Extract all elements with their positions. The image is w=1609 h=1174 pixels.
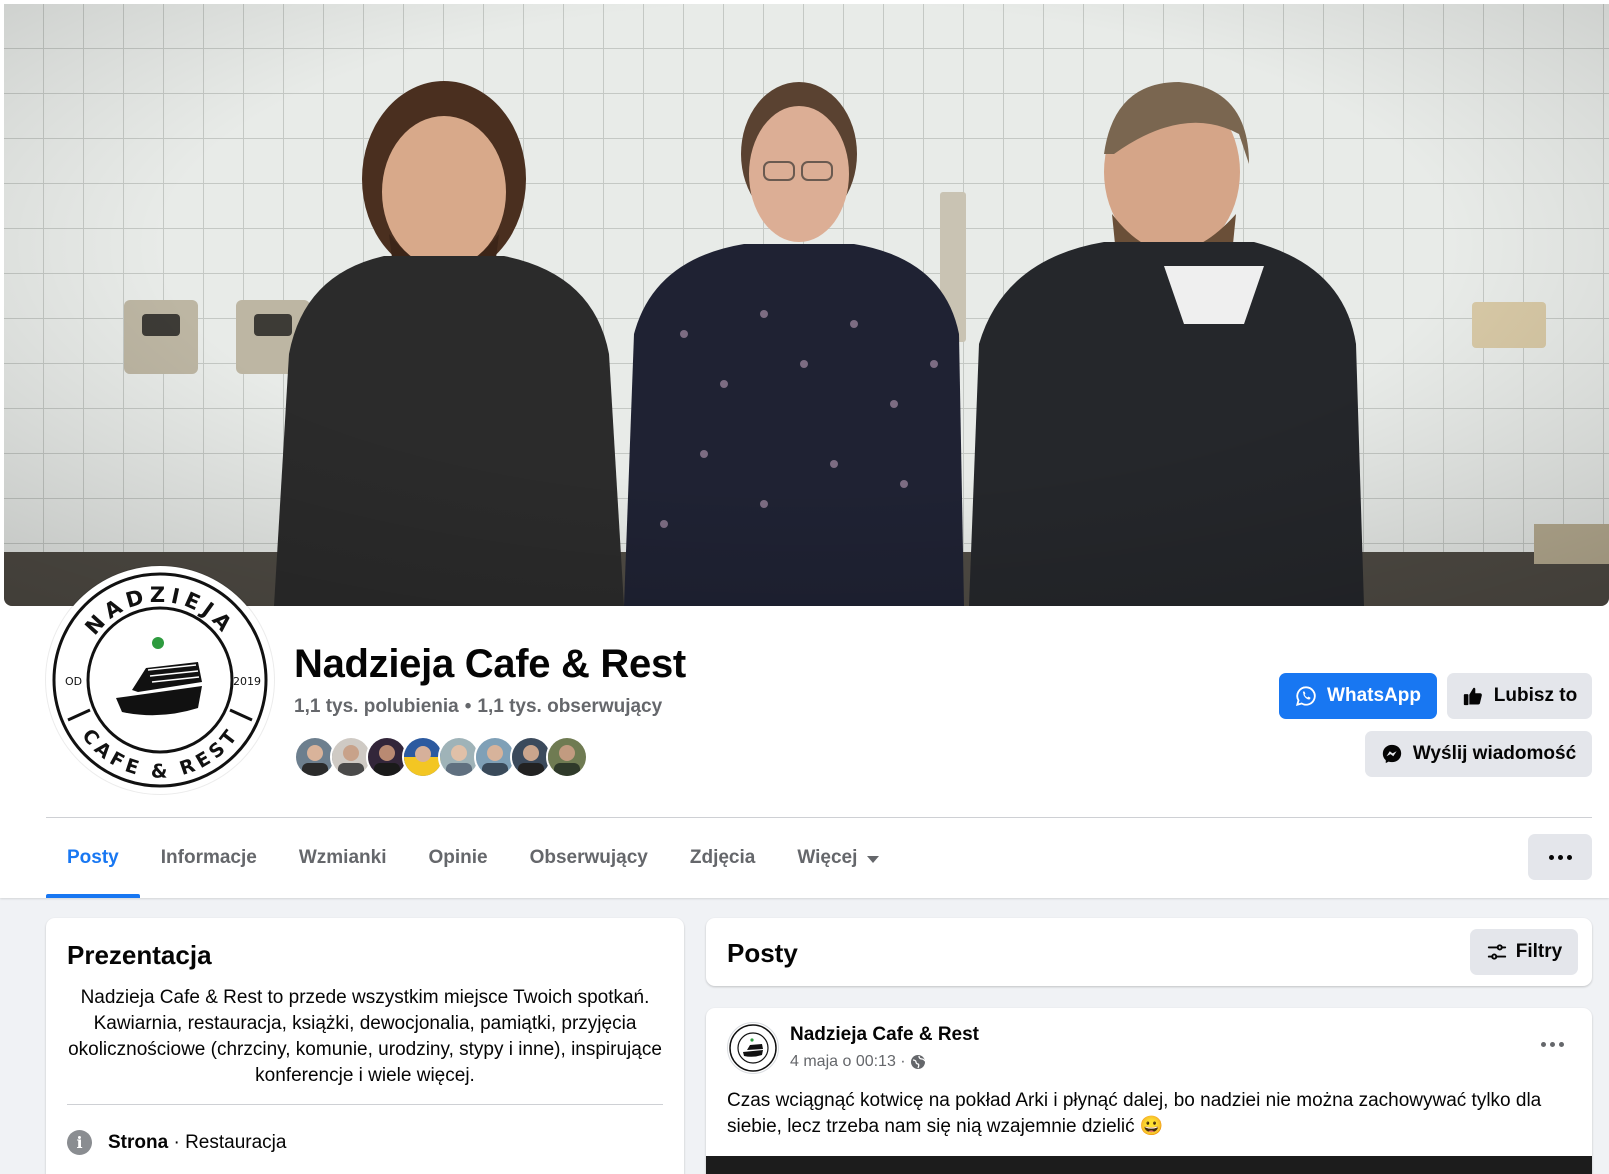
like-label: Lubisz to [1493,685,1578,706]
whatsapp-button[interactable]: WhatsApp [1279,673,1437,719]
tab-label: Posty [67,847,119,868]
avatar[interactable] [546,736,588,778]
whatsapp-label: WhatsApp [1327,685,1421,706]
category-value[interactable]: · Restauracja [168,1132,286,1153]
tab-label: Zdjęcia [689,847,756,868]
info-icon: i [67,1130,92,1155]
more-icon [1557,854,1563,860]
tab-zdjecia[interactable]: Zdjęcia [669,818,776,898]
more-options-button[interactable] [1528,834,1592,880]
post-timestamp[interactable]: 4 maja o 00:13 · [790,1053,906,1071]
logo-left-text: OD [65,675,82,688]
tab-wiecej[interactable]: Więcej [776,818,900,898]
filter-icon [1487,944,1506,960]
send-message-button[interactable]: Wyślij wiadomość [1365,731,1592,777]
post-card: Nadzieja Cafe & Rest 4 maja o 00:13 · Cz… [706,1008,1592,1174]
page-title: Nadzieja Cafe & Rest [294,642,686,686]
more-icon [1566,854,1572,860]
friends-avatars [294,736,588,778]
intro-card: Prezentacja Nadzieja Cafe & Rest to prze… [46,918,684,1174]
post-meta: 4 maja o 00:13 · [790,1053,926,1071]
post-text: Czas wciągnąć kotwicę na pokład Arki i p… [727,1090,1542,1137]
stats-separator: • [464,696,472,717]
tab-label: Obserwujący [529,847,648,868]
more-icon [1559,1042,1564,1047]
tab-label: Informacje [160,847,257,868]
intro-title: Prezentacja [67,940,212,970]
send-message-label: Wyślij wiadomość [1412,743,1577,764]
tab-obserwujacy[interactable]: Obserwujący [509,818,669,898]
globe-icon [910,1055,926,1069]
more-icon [1548,854,1554,860]
page-tabs: Posty Informacje Wzmianki Opinie Obserwu… [46,818,900,898]
tab-posty[interactable]: Posty [46,818,140,898]
logo-right-text: 2019 [233,675,261,688]
chevron-down-icon [867,855,880,863]
likes-count[interactable]: 1,1 tys. polubienia [294,696,459,717]
filter-button[interactable]: Filtry [1470,929,1578,975]
tab-label: Więcej [797,847,858,868]
tab-label: Opinie [428,847,488,868]
page-stats: 1,1 tys. polubienia • 1,1 tys. obserwujący [294,696,662,718]
tab-opinie[interactable]: Opinie [407,818,508,898]
page-category: i Strona · Restauracja [67,1130,286,1155]
intro-divider [67,1104,663,1105]
category-label: Strona [108,1131,169,1153]
followers-count[interactable]: 1,1 tys. obserwujący [477,696,662,717]
filter-label: Filtry [1515,941,1563,962]
like-button[interactable]: Lubisz to [1447,673,1592,719]
more-icon [1541,1042,1546,1047]
whatsapp-icon [1296,686,1316,707]
page-header: NADZIEJA CAFE & REST OD 2019 Nadzieja Ca… [0,0,1609,898]
post-author[interactable]: Nadzieja Cafe & Rest [790,1024,979,1046]
post-media[interactable] [706,1156,1592,1174]
posts-header-card: Posty Filtry [706,918,1592,986]
more-icon [1550,1042,1555,1047]
tab-informacje[interactable]: Informacje [140,818,278,898]
posts-title: Posty [727,938,798,968]
profile-picture[interactable]: NADZIEJA CAFE & REST OD 2019 [46,566,274,794]
post-options-button[interactable] [1541,1042,1564,1047]
thumbs-up-icon [1463,687,1482,706]
tab-label: Wzmianki [298,847,387,868]
post-author-avatar[interactable] [727,1022,779,1074]
messenger-icon [1382,744,1402,764]
cover-photo[interactable] [4,4,1609,606]
intro-description: Nadzieja Cafe & Rest to przede wszystkim… [68,987,662,1086]
tab-wzmianki[interactable]: Wzmianki [278,818,408,898]
